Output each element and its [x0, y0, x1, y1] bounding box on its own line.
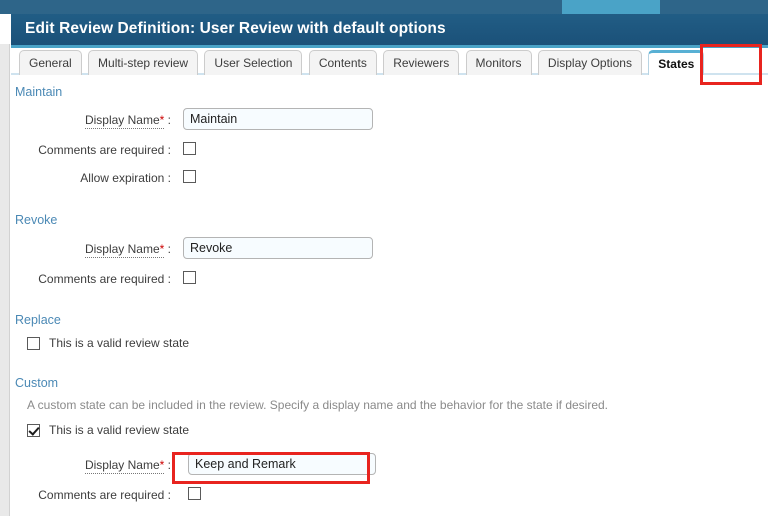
- maintain-comments-required-label: Comments are required :: [21, 143, 171, 157]
- tab-monitors[interactable]: Monitors: [466, 50, 532, 75]
- revoke-comments-required-label: Comments are required :: [21, 272, 171, 286]
- label-colon: :: [164, 113, 171, 127]
- states-form: Maintain Display Name* : Comments are re…: [11, 75, 768, 516]
- maintain-allow-expiration-checkbox[interactable]: [183, 170, 196, 183]
- custom-display-name-input[interactable]: [188, 453, 376, 475]
- replace-valid-state-checkbox[interactable]: [27, 337, 40, 350]
- revoke-display-name-input[interactable]: [183, 237, 373, 259]
- tab-display-options[interactable]: Display Options: [538, 50, 642, 75]
- edit-review-definition-dialog: Edit Review Definition: User Review with…: [11, 14, 768, 516]
- custom-description: A custom state can be included in the re…: [27, 398, 608, 412]
- maintain-display-name-label-text: Display Name*: [85, 113, 164, 129]
- replace-valid-state-label: This is a valid review state: [49, 336, 189, 350]
- dialog-title: Edit Review Definition: User Review with…: [25, 20, 446, 38]
- section-title-replace: Replace: [15, 313, 61, 327]
- tab-states[interactable]: States: [648, 50, 704, 75]
- left-gutter-spacer: [0, 14, 10, 44]
- custom-comments-required-checkbox[interactable]: [188, 487, 201, 500]
- revoke-display-name-label-text: Display Name*: [85, 242, 164, 258]
- custom-valid-state-checkbox[interactable]: [27, 424, 40, 437]
- maintain-allow-expiration-label: Allow expiration :: [21, 171, 171, 185]
- tab-user-selection[interactable]: User Selection: [204, 50, 302, 75]
- tab-bar: General Multi-step review User Selection…: [11, 48, 768, 75]
- section-title-revoke: Revoke: [15, 213, 57, 227]
- label-colon: :: [164, 458, 171, 472]
- tab-contents[interactable]: Contents: [309, 50, 377, 75]
- maintain-comments-required-checkbox[interactable]: [183, 142, 196, 155]
- dialog-titlebar: Edit Review Definition: User Review with…: [11, 14, 768, 48]
- label-colon: :: [164, 242, 171, 256]
- section-title-custom: Custom: [15, 376, 58, 390]
- custom-display-name-label: Display Name* :: [31, 458, 171, 472]
- tab-multi-step-review[interactable]: Multi-step review: [88, 50, 198, 75]
- tab-reviewers[interactable]: Reviewers: [383, 50, 459, 75]
- custom-valid-state-label: This is a valid review state: [49, 423, 189, 437]
- maintain-display-name-input[interactable]: [183, 108, 373, 130]
- revoke-display-name-label: Display Name* :: [31, 242, 171, 256]
- custom-display-name-label-text: Display Name*: [85, 458, 164, 474]
- application-window: Edit Review Definition: User Review with…: [0, 0, 768, 516]
- background-browser-tab[interactable]: [562, 0, 660, 14]
- left-gutter: [0, 14, 10, 516]
- section-title-maintain: Maintain: [15, 85, 62, 99]
- tab-general[interactable]: General: [19, 50, 82, 75]
- background-top-strip: [0, 0, 768, 14]
- maintain-display-name-label: Display Name* :: [31, 113, 171, 127]
- custom-comments-required-label: Comments are required :: [21, 488, 171, 502]
- revoke-comments-required-checkbox[interactable]: [183, 271, 196, 284]
